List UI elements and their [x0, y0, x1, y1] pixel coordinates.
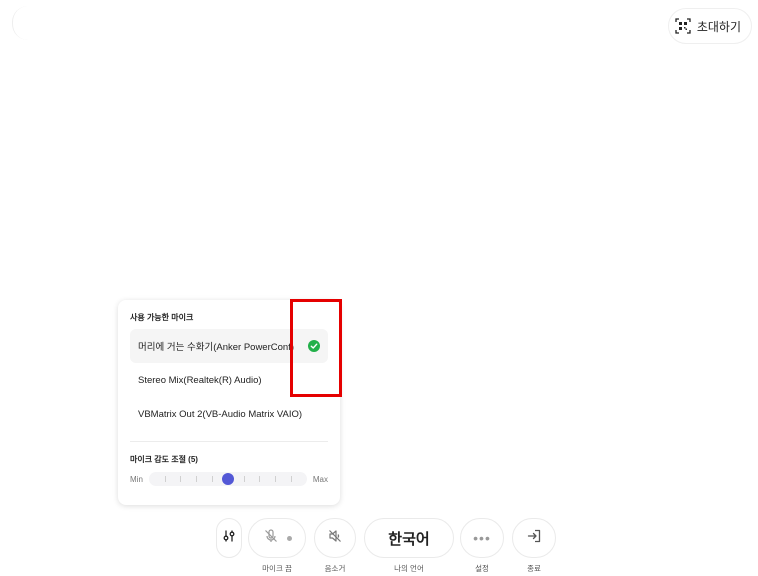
mic-off-icon [263, 528, 279, 549]
mic-off-button[interactable] [248, 518, 306, 558]
mic-settings-toggle-button[interactable] [216, 518, 242, 558]
mic-off-label: 마이크 끔 [262, 564, 292, 573]
language-button[interactable]: 한국어 [364, 518, 454, 558]
slider-tick [212, 476, 214, 482]
panel-divider [130, 441, 328, 442]
qr-code-icon [675, 18, 691, 34]
mic-device-label: 머리에 거는 수화기(Anker PowerConf) [138, 342, 294, 353]
mute-button[interactable] [314, 518, 356, 558]
exit-label: 종료 [527, 564, 541, 573]
settings-label: 설정 [475, 564, 489, 573]
slider-max-label: Max [312, 474, 328, 484]
language-value: 한국어 [388, 530, 430, 548]
mic-device-label: VBMatrix Out 2(VB-Audio Matrix VAIO) [138, 408, 303, 420]
slider-tick [196, 476, 198, 482]
slider-min-label: Min [130, 474, 143, 484]
invite-button[interactable]: 초대하기 [667, 8, 752, 44]
settings-button[interactable]: ••• [460, 518, 504, 558]
slider-thumb[interactable] [221, 473, 234, 485]
language-label: 나의 언어 [394, 564, 424, 573]
mute-label: 음소거 [324, 564, 346, 573]
slider-tick [243, 476, 245, 482]
slider-tick [291, 476, 293, 482]
mic-level-dot [286, 535, 292, 541]
slider-tick [180, 476, 182, 482]
slider-tick [275, 476, 277, 482]
mic-sensitivity-control: Min Max [130, 472, 328, 486]
highlight-box [290, 299, 342, 397]
mic-sensitivity-slider[interactable] [148, 472, 307, 486]
slider-tick [164, 476, 166, 482]
bottom-toolbar: 마이크 끔 음소거 한국어 나의 언어 ••• 설정 종료 [0, 516, 758, 576]
exit-icon [526, 528, 542, 549]
exit-button[interactable] [512, 518, 556, 558]
mic-device-item-vbmatrix[interactable]: VBMatrix Out 2(VB-Audio Matrix VAIO) [130, 397, 328, 431]
speaker-muted-icon [327, 528, 343, 549]
mic-sensitivity-label: 마이크 감도 조절 (5) [130, 455, 198, 464]
more-dots-icon: ••• [473, 530, 491, 546]
top-left-edge [12, 6, 29, 40]
slider-tick [259, 476, 261, 482]
mic-device-label: Stereo Mix(Realtek(R) Audio) [138, 374, 262, 386]
sliders-icon [222, 529, 236, 548]
invite-label: 초대하기 [696, 19, 741, 34]
